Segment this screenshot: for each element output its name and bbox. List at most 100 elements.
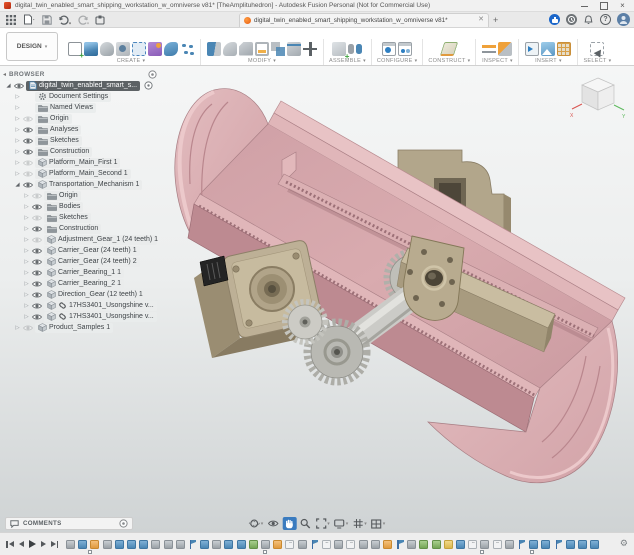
comments-bar[interactable]: COMMENTS [5, 517, 133, 530]
workspace-selector[interactable]: DESIGN▾ [6, 32, 58, 61]
sweep-tool-icon[interactable] [164, 42, 178, 56]
expand-arrow-icon[interactable] [14, 149, 21, 155]
expand-arrow-icon[interactable] [14, 127, 21, 133]
expand-arrow-icon[interactable] [14, 182, 21, 188]
expand-arrow-icon[interactable] [23, 248, 30, 254]
visibility-eye-icon[interactable] [14, 82, 24, 90]
maximize-button[interactable] [600, 2, 607, 9]
move-tool-icon[interactable] [303, 42, 317, 56]
configuration-tool-icon[interactable] [382, 42, 396, 56]
timeline-feature-blue[interactable] [541, 540, 550, 549]
3d-viewport[interactable]: X Y ◂ BROWSER [0, 66, 634, 532]
browser-tree-row[interactable]: Named Views [3, 102, 157, 113]
timeline-feature-gray[interactable] [261, 540, 270, 549]
visibility-eye-icon[interactable] [32, 269, 42, 277]
hole-tool-icon[interactable] [116, 42, 130, 56]
sketch-tool-icon[interactable] [68, 42, 82, 56]
ribbon-group-label[interactable]: CONSTRUCT▾ [428, 58, 470, 64]
expand-arrow-icon[interactable] [14, 138, 21, 144]
viewports-button[interactable]: ▾ [370, 517, 387, 530]
view-cube[interactable]: X Y [568, 70, 628, 122]
section-tool-icon[interactable] [498, 42, 512, 56]
timeline-feature-flag[interactable] [554, 540, 563, 549]
browser-tree-row[interactable]: Carrier_Bearing_1 1 [3, 267, 157, 278]
visibility-eye-icon[interactable] [32, 258, 42, 266]
visibility-eye-icon[interactable] [23, 181, 33, 189]
display-settings-button[interactable]: ▾ [333, 517, 350, 530]
browser-tree-row[interactable]: 17HS3401_Usongshine v... [3, 300, 157, 311]
visibility-eye-icon[interactable] [32, 313, 42, 321]
browser-tree-row[interactable]: Platform_Main_Second 1 [3, 168, 157, 179]
extensions-icon[interactable] [94, 13, 107, 26]
browser-tree-row[interactable]: 17HS3401_Usongshine v... [3, 311, 157, 322]
fillet-tool-icon[interactable] [223, 42, 237, 56]
browser-tree-row[interactable]: Product_Samples 1 [3, 322, 157, 333]
close-window-button[interactable]: × [619, 2, 626, 9]
timeline-feature-blue[interactable] [127, 540, 136, 549]
skip-to-start-button[interactable] [6, 541, 14, 548]
shell-tool-icon[interactable] [255, 42, 269, 56]
new-tab-button[interactable]: + [493, 15, 498, 25]
browser-tree-row[interactable]: Origin [3, 190, 157, 201]
browser-tree-row[interactable]: digital_twin_enabled_smart_s... [3, 80, 157, 91]
browser-tree-row[interactable]: Construction [3, 146, 157, 157]
ribbon-group-label[interactable]: CONFIGURE▾ [377, 58, 418, 64]
ribbon-group-label[interactable]: SELECT▾ [583, 58, 611, 64]
insertmesh-tool-icon[interactable] [557, 42, 571, 56]
expand-arrow-icon[interactable] [14, 160, 21, 166]
extensions-badge-icon[interactable] [549, 14, 560, 25]
expand-arrow-icon[interactable] [14, 171, 21, 177]
visibility-eye-icon[interactable] [32, 214, 42, 222]
timeline-roll-marker[interactable] [88, 550, 92, 554]
grid-snaps-button[interactable]: ▾ [351, 517, 368, 530]
timeline-feature-gray[interactable] [151, 540, 160, 549]
browser-tree-row[interactable]: Platform_Main_First 1 [3, 157, 157, 168]
newcomponent-tool-icon[interactable] [332, 42, 346, 56]
extrude-tool-icon[interactable] [84, 42, 98, 56]
timeline-feature-gray[interactable] [212, 540, 221, 549]
timeline-feature-gray[interactable] [176, 540, 185, 549]
timeline-feature-blue[interactable] [590, 540, 599, 549]
visibility-eye-icon[interactable] [23, 126, 33, 134]
expand-arrow-icon[interactable] [23, 204, 30, 210]
step-back-button[interactable] [19, 541, 24, 547]
press-pull-tool-icon[interactable] [207, 42, 221, 56]
close-tab-icon[interactable]: ✕ [478, 16, 484, 24]
visibility-eye-icon[interactable] [23, 148, 33, 156]
timeline-feature-flag[interactable] [395, 540, 404, 549]
browser-tree-row[interactable]: Carrier_Gear (24 teeth) 1 [3, 245, 157, 256]
browser-tree-row[interactable]: Adjustment_Gear_1 (24 teeth) 1 [3, 234, 157, 245]
timeline-feature-gray[interactable] [480, 540, 489, 549]
timeline-feature-gray[interactable] [359, 540, 368, 549]
visibility-eye-icon[interactable] [32, 280, 42, 288]
file-menu-icon[interactable] [22, 13, 35, 26]
joint-tool-icon[interactable] [348, 42, 362, 56]
timeline-feature-blue[interactable] [224, 540, 233, 549]
expand-arrow-icon[interactable] [14, 94, 21, 100]
measure-tool-icon[interactable] [482, 42, 496, 56]
browser-header[interactable]: ◂ BROWSER [3, 68, 157, 80]
timeline-feature-flag[interactable] [310, 540, 319, 549]
timeline-feature-orange[interactable] [273, 540, 282, 549]
step-forward-button[interactable] [41, 541, 46, 547]
timeline-feature-gray[interactable] [407, 540, 416, 549]
timeline-feature-gray[interactable] [103, 540, 112, 549]
browser-tree-row[interactable]: Construction [3, 223, 157, 234]
offsetface-tool-icon[interactable] [287, 42, 301, 56]
fit-button[interactable]: ▾ [314, 517, 331, 530]
expand-arrow-icon[interactable] [14, 105, 21, 111]
timeline-feature-dots[interactable] [468, 540, 477, 549]
visibility-eye-icon[interactable] [32, 225, 42, 233]
expand-arrow-icon[interactable] [23, 270, 30, 276]
job-status-icon[interactable] [566, 14, 577, 25]
expand-arrow-icon[interactable] [23, 237, 30, 243]
expand-arrow-icon[interactable] [14, 116, 21, 122]
timeline-feature-blue[interactable] [78, 540, 87, 549]
ribbon-group-label[interactable]: INSPECT▾ [482, 58, 513, 64]
ribbon-group-label[interactable]: MODIFY▾ [248, 58, 276, 64]
derive-tool-icon[interactable] [525, 42, 539, 56]
notifications-bell-icon[interactable] [583, 14, 594, 25]
timeline-feature-dots[interactable] [322, 540, 331, 549]
timeline-feature-blue[interactable] [566, 540, 575, 549]
expand-arrow-icon[interactable] [23, 292, 30, 298]
